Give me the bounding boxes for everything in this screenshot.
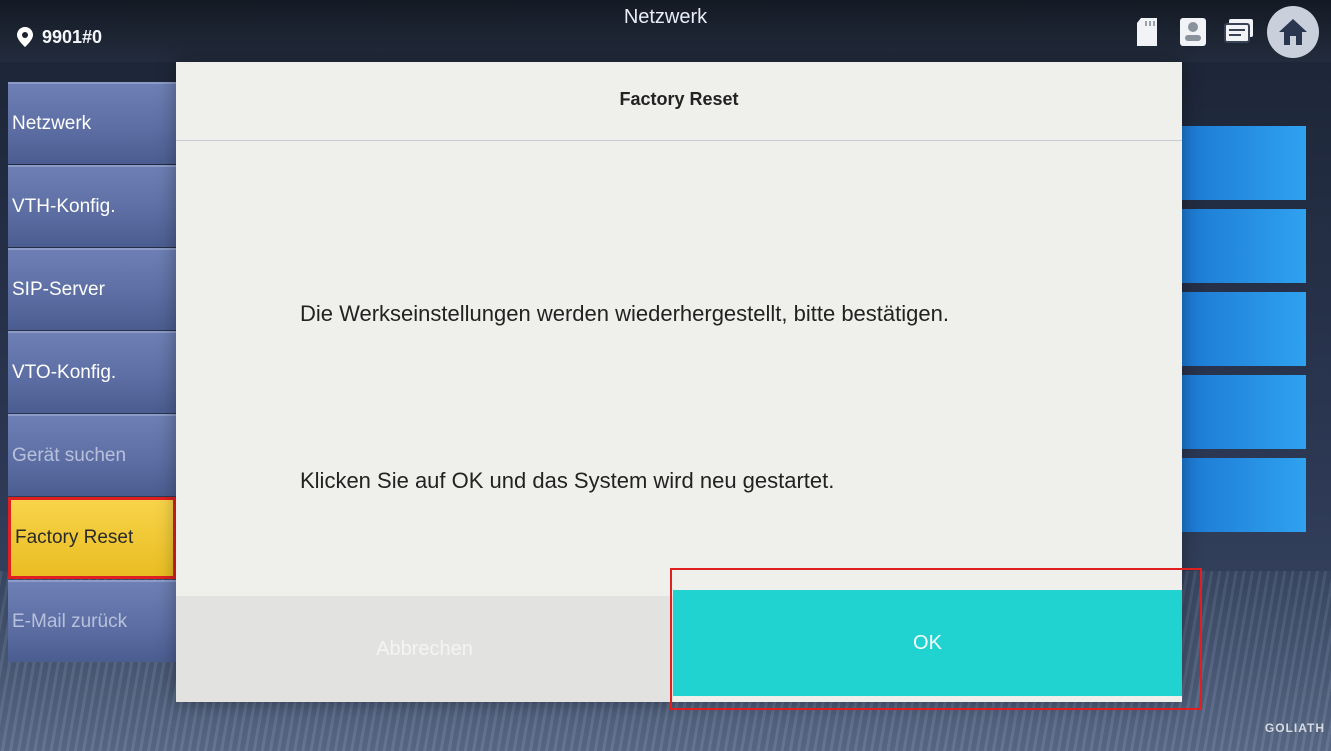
- sidebar-item-sip-server[interactable]: SIP-Server: [8, 248, 176, 330]
- cancel-button[interactable]: Abbrechen: [176, 596, 673, 702]
- sidebar-item-factory-reset[interactable]: Factory Reset: [8, 497, 176, 579]
- settings-tile: [1180, 458, 1306, 532]
- location-pin-icon: [14, 26, 36, 48]
- sidebar-item-vth-konfig[interactable]: VTH-Konfig.: [8, 165, 176, 247]
- sidebar-item-email-zurueck[interactable]: E-Mail zurück: [8, 580, 176, 662]
- device-id: 9901#0: [14, 26, 102, 48]
- settings-tile: [1180, 292, 1306, 366]
- home-button[interactable]: [1267, 6, 1319, 58]
- settings-tile: [1180, 209, 1306, 283]
- settings-tile: [1180, 126, 1306, 200]
- sidebar-item-label: Gerät suchen: [12, 445, 127, 466]
- dialog-message-confirm: Die Werkseinstellungen werden wiederherg…: [300, 301, 949, 326]
- watermark: GOLIATH: [1264, 721, 1325, 735]
- sidebar-item-netzwerk[interactable]: Netzwerk: [8, 82, 176, 164]
- device-id-label: 9901#0: [42, 26, 103, 47]
- sidebar-item-label: VTO-Konfig.: [12, 362, 117, 383]
- sidebar-item-label: SIP-Server: [12, 279, 105, 300]
- right-tiles: [1180, 126, 1306, 541]
- contact-icon[interactable]: [1175, 14, 1211, 50]
- device-screen: 9901#0 Netzwerk Netzwerk VTH-Konfig. SIP…: [0, 0, 1331, 751]
- dialog-message-restart: Klicken Sie auf OK und das System wird n…: [300, 468, 835, 493]
- top-bar: 9901#0 Netzwerk: [0, 0, 1331, 62]
- sd-card-icon: [1129, 14, 1165, 50]
- settings-tile: [1180, 375, 1306, 449]
- home-icon: [1279, 19, 1307, 45]
- status-icons: [1129, 6, 1319, 58]
- sidebar-item-label: E-Mail zurück: [12, 611, 128, 632]
- sidebar-item-geraet-suchen[interactable]: Gerät suchen: [8, 414, 176, 496]
- message-icon[interactable]: [1221, 14, 1257, 50]
- sidebar-item-label: Factory Reset: [15, 527, 134, 548]
- sidebar-item-label: VTH-Konfig.: [12, 196, 116, 217]
- dialog-title: Factory Reset: [176, 62, 1182, 141]
- settings-sidebar: Netzwerk VTH-Konfig. SIP-Server VTO-Konf…: [8, 82, 176, 663]
- ok-highlight-frame: [670, 568, 1202, 710]
- sidebar-item-vto-konfig[interactable]: VTO-Konfig.: [8, 331, 176, 413]
- sidebar-item-label: Netzwerk: [12, 113, 92, 134]
